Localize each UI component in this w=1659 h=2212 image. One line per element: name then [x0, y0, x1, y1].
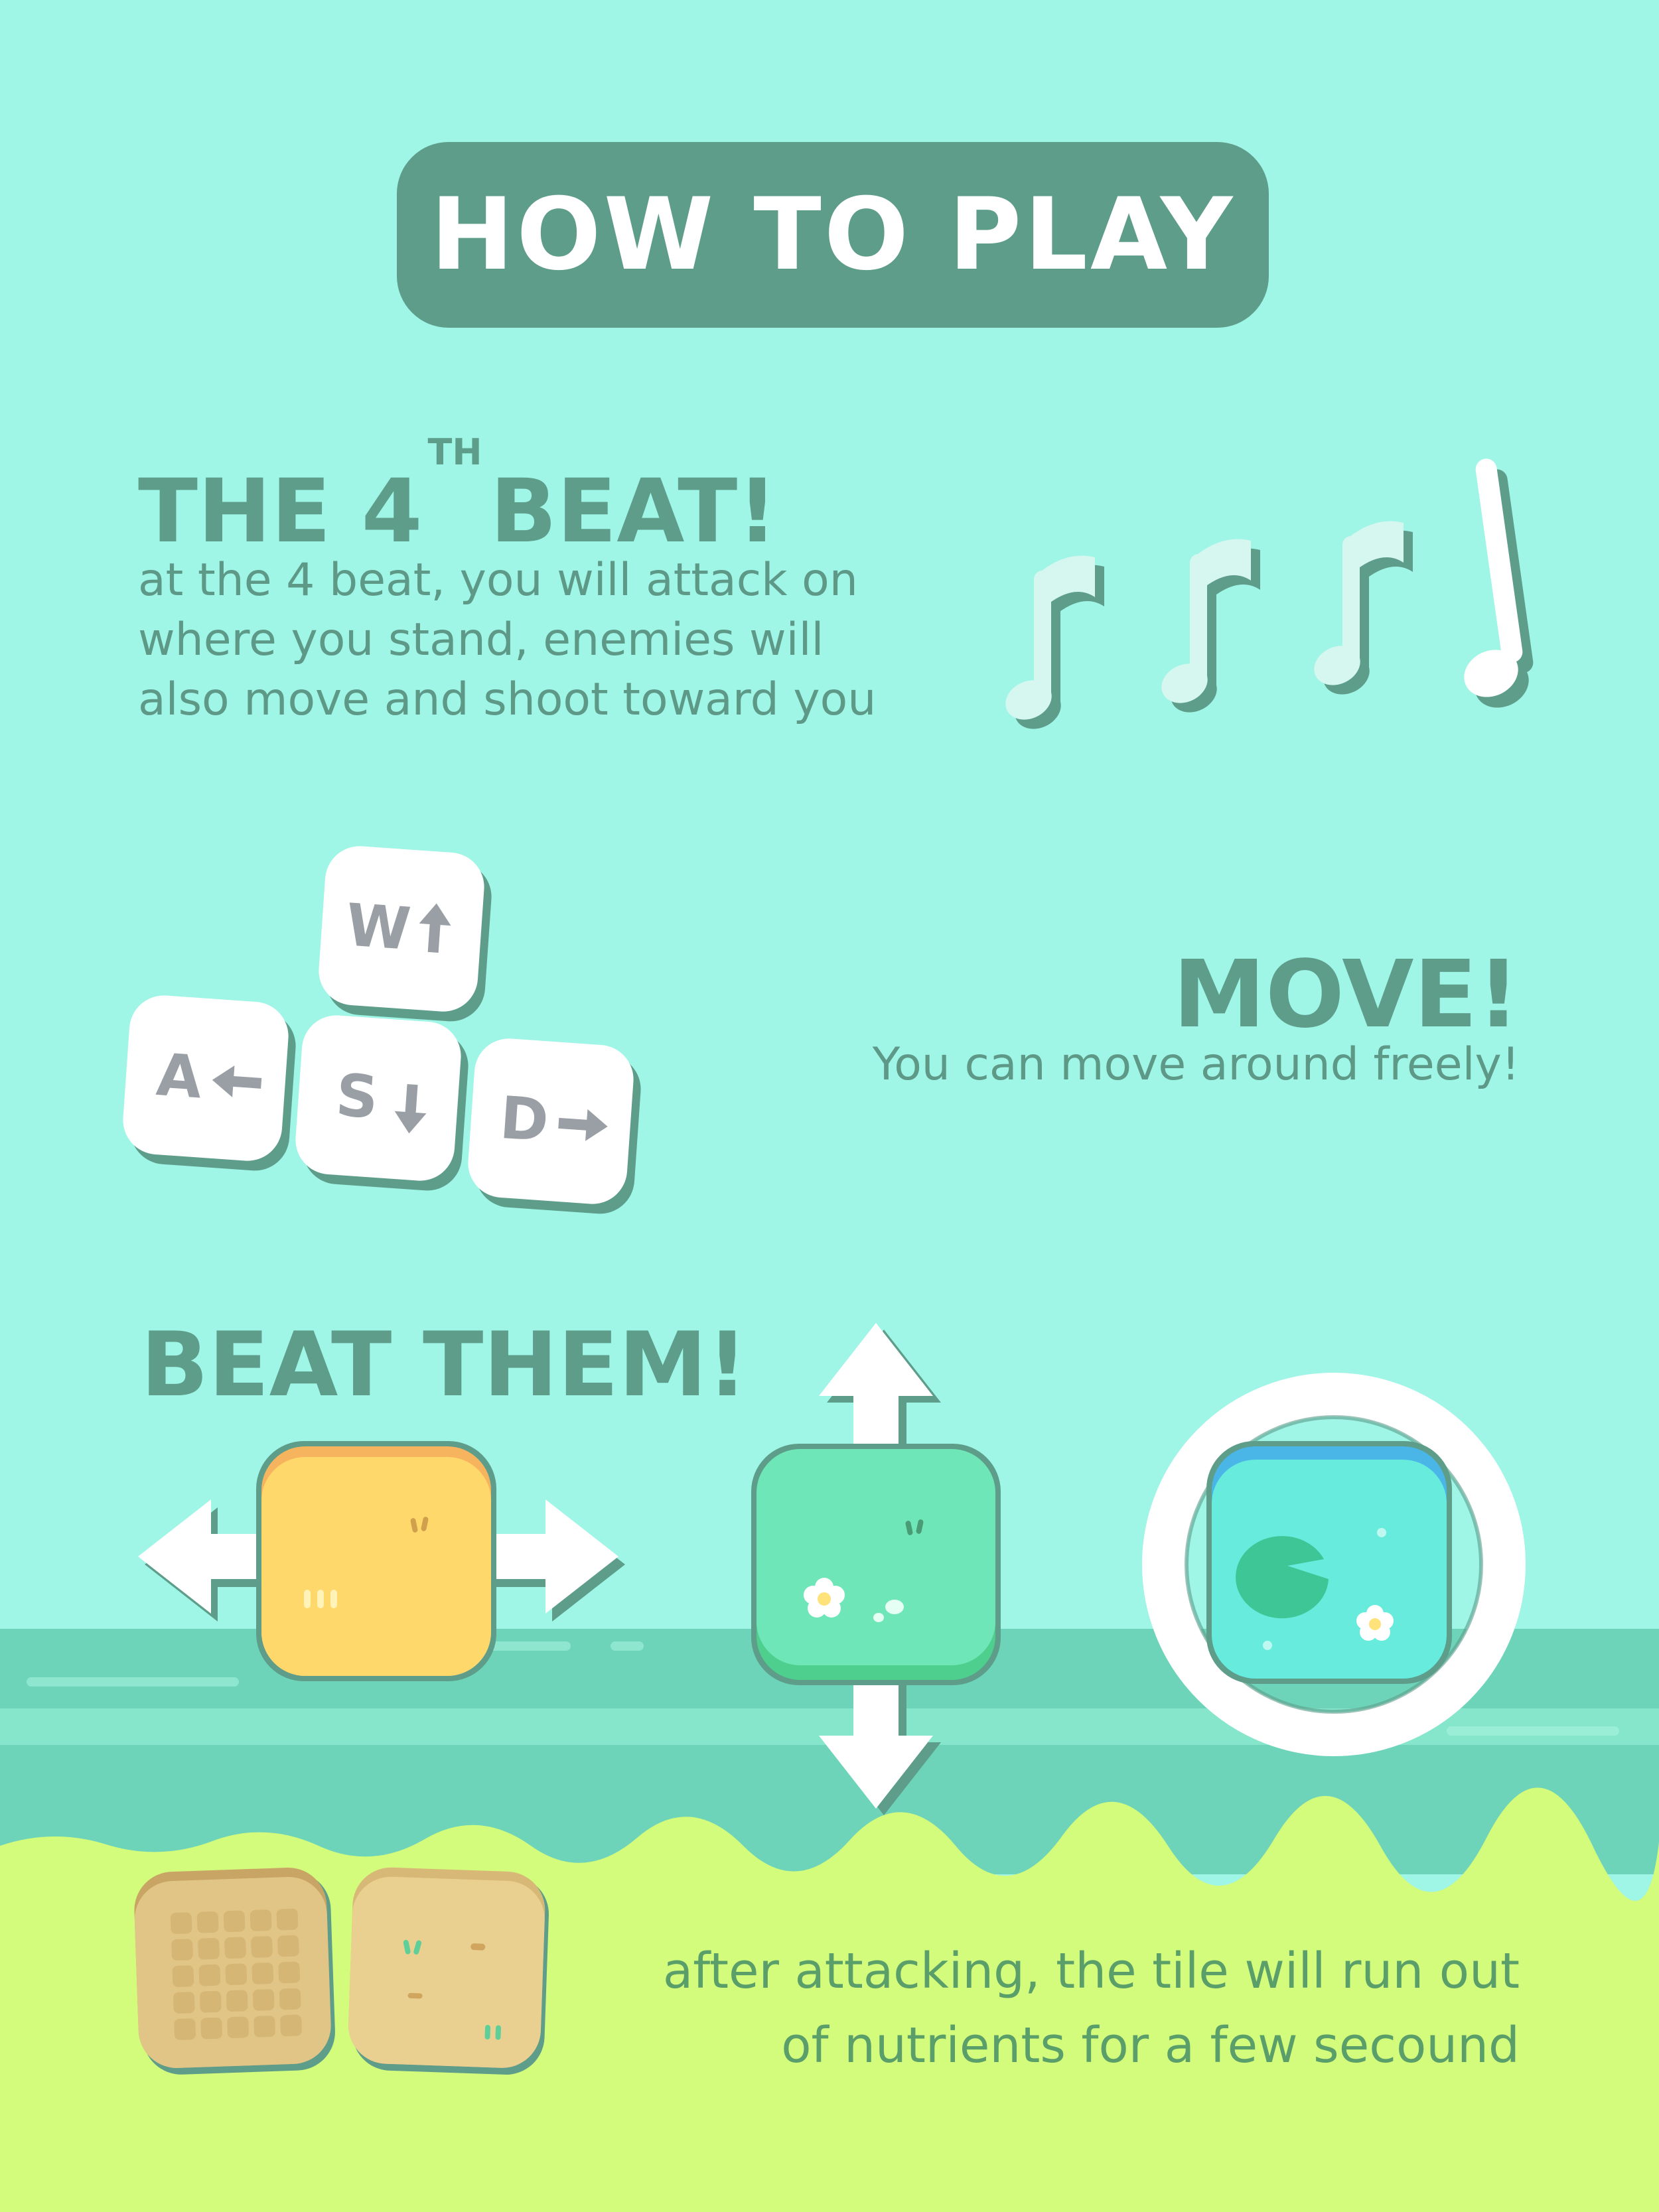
enemy-yellow-horizontal [138, 1441, 625, 1681]
depleted-tile-grid [134, 1867, 335, 2075]
soil-line: after attacking, the tile will run out [662, 1943, 1520, 2000]
soil-line: of nutrients for a few secound [781, 2017, 1520, 2074]
key-a-letter: A [155, 1040, 204, 1112]
beat-heading-sup: TH [427, 431, 482, 473]
key-s-letter: S [334, 1061, 380, 1132]
soil-description: after attacking, the tile will run out o… [663, 1934, 1520, 2083]
music-note-icon [1161, 539, 1260, 713]
enemy-green-vertical [751, 1323, 1001, 1815]
beat-them-heading: BEAT THEM! [141, 1313, 748, 1417]
beat-heading-suffix: BEAT! [490, 460, 778, 563]
music-note-icon [1005, 555, 1104, 729]
keyboard-key-w: W [319, 846, 492, 1022]
title-banner: HOW TO PLAY [397, 142, 1269, 328]
beat-heading: THE 4THBEAT! [138, 435, 777, 556]
keyboard-key-a: A [123, 995, 296, 1171]
page-title: HOW TO PLAY [430, 177, 1236, 293]
key-w-letter: W [344, 890, 413, 963]
beat-description: at the 4 beat, you will attack on where … [138, 551, 876, 730]
depleted-tiles [134, 1867, 549, 2075]
how-to-play-screen: HOW TO PLAY THE 4THBEAT! at the 4 beat, … [0, 0, 1659, 2212]
key-d-letter: D [498, 1083, 551, 1155]
music-note-icon [1464, 458, 1534, 708]
wasd-keys: W A S D [123, 846, 641, 1214]
enemy-green-tile [751, 1444, 1001, 1685]
beat-line: where you stand, enemies will [138, 614, 824, 666]
lily-pad-icon [1236, 1536, 1329, 1619]
music-note-icon [1314, 521, 1413, 695]
move-description: You can move around freely! [872, 1038, 1520, 1091]
beat-line: also move and shoot toward you [138, 673, 877, 726]
enemy-cyan-ring [1142, 1373, 1526, 1756]
keyboard-key-s: S [295, 1015, 469, 1191]
depleted-tile-face [348, 1867, 549, 2075]
beat-line: at the 4 beat, you will attack on [138, 554, 858, 606]
keyboard-key-d: D [468, 1038, 641, 1214]
beat-heading-prefix: THE 4 [138, 460, 423, 563]
move-heading: MOVE! [1173, 941, 1520, 1049]
enemy-yellow-tile [256, 1441, 496, 1681]
music-notes [1005, 458, 1534, 729]
enemy-cyan-tile [1206, 1441, 1452, 1684]
